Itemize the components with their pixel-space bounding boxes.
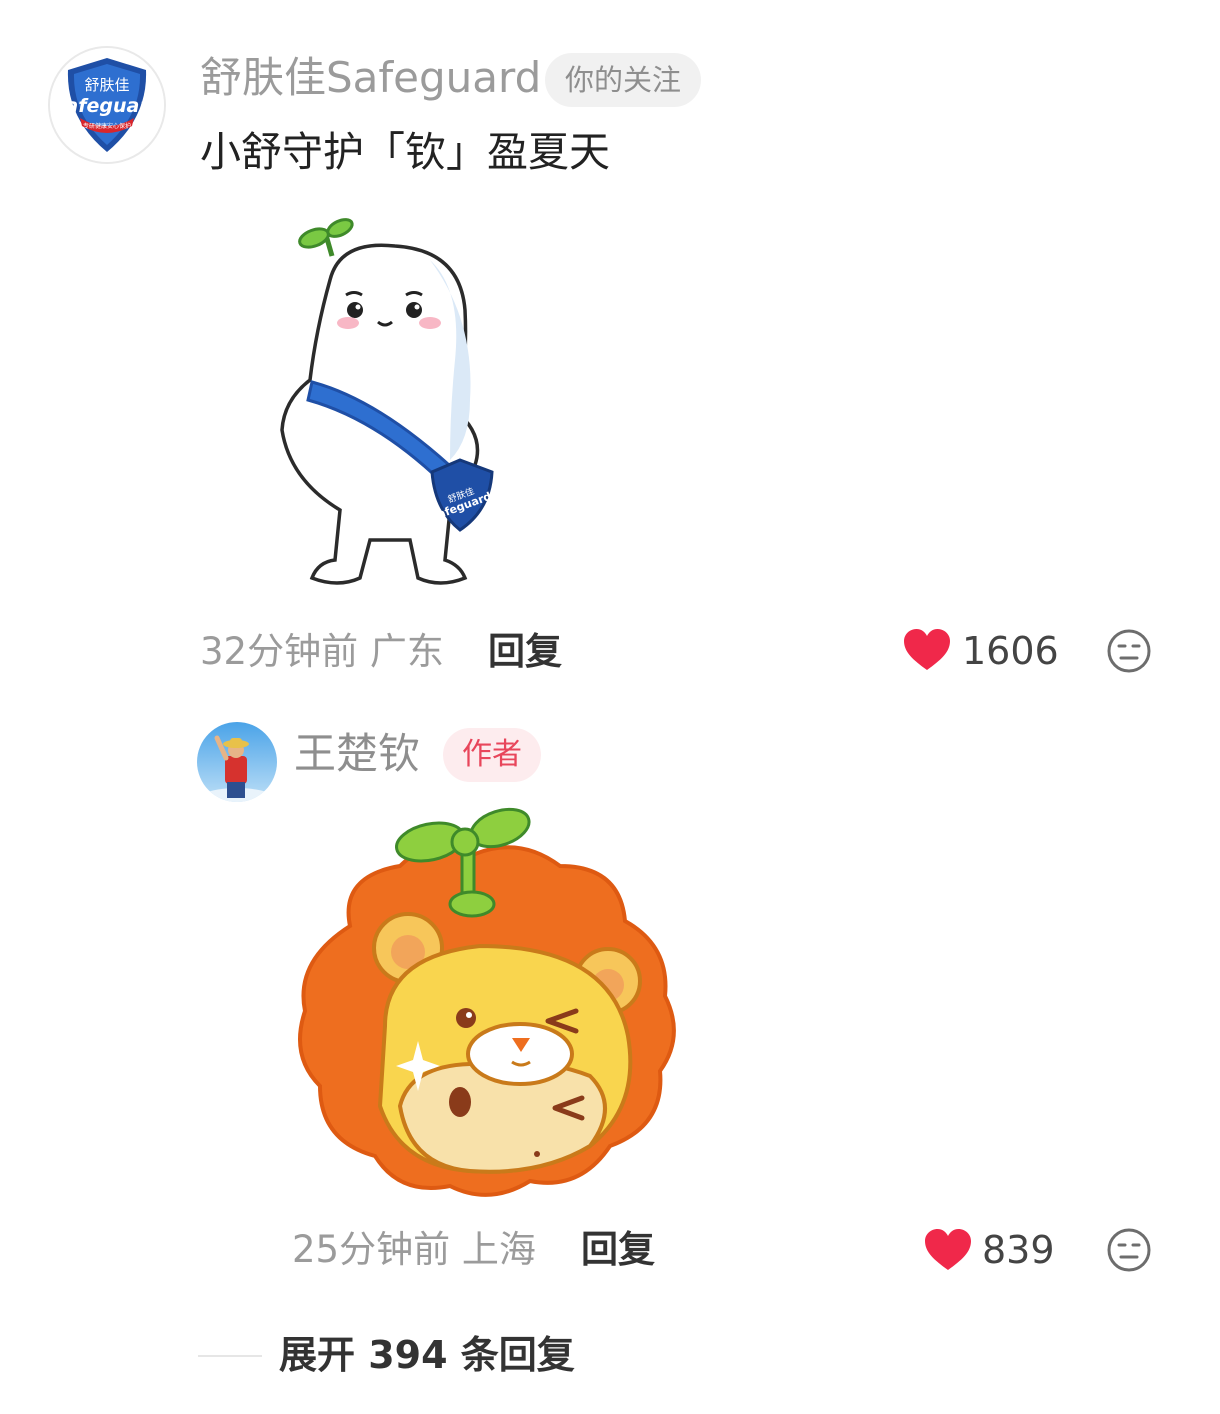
avatar-safeguard[interactable]: 舒肤佳 Safeguard 专研健康安心保护 <box>48 46 166 164</box>
neutral-face-icon[interactable] <box>1106 1227 1152 1273</box>
neutral-face-icon[interactable] <box>1106 628 1152 674</box>
reply-button[interactable]: 回复 <box>581 1225 655 1275</box>
username[interactable]: 舒肤佳Safeguard <box>200 52 541 104</box>
heart-icon[interactable] <box>903 628 951 672</box>
lion-mascot-sticker[interactable] <box>290 806 685 1206</box>
author-badge: 作者 <box>443 728 541 782</box>
svg-text:Safeguard: Safeguard <box>52 95 163 117</box>
expand-divider <box>198 1355 262 1357</box>
avatar-user[interactable] <box>197 722 277 802</box>
like-count: 1606 <box>962 629 1059 673</box>
username[interactable]: 王楚钦 <box>294 728 420 780</box>
reply-button[interactable]: 回复 <box>488 627 562 677</box>
comment-text: 小舒守护「钦」盈夏天 <box>200 128 610 176</box>
heart-icon[interactable] <box>924 1228 972 1272</box>
comment-meta: 25分钟前 上海 <box>292 1228 536 1271</box>
expand-replies-button[interactable]: 展开 394 条回复 <box>279 1330 575 1380</box>
following-badge: 你的关注 <box>545 53 702 107</box>
svg-text:舒肤佳: 舒肤佳 <box>84 76 129 94</box>
like-count: 839 <box>982 1228 1055 1272</box>
svg-text:专研健康安心保护: 专研健康安心保护 <box>83 122 131 130</box>
safeguard-mascot-sticker[interactable]: 舒肤佳 Safeguard <box>270 210 520 595</box>
comment-meta: 32分钟前 广东 <box>200 630 444 673</box>
